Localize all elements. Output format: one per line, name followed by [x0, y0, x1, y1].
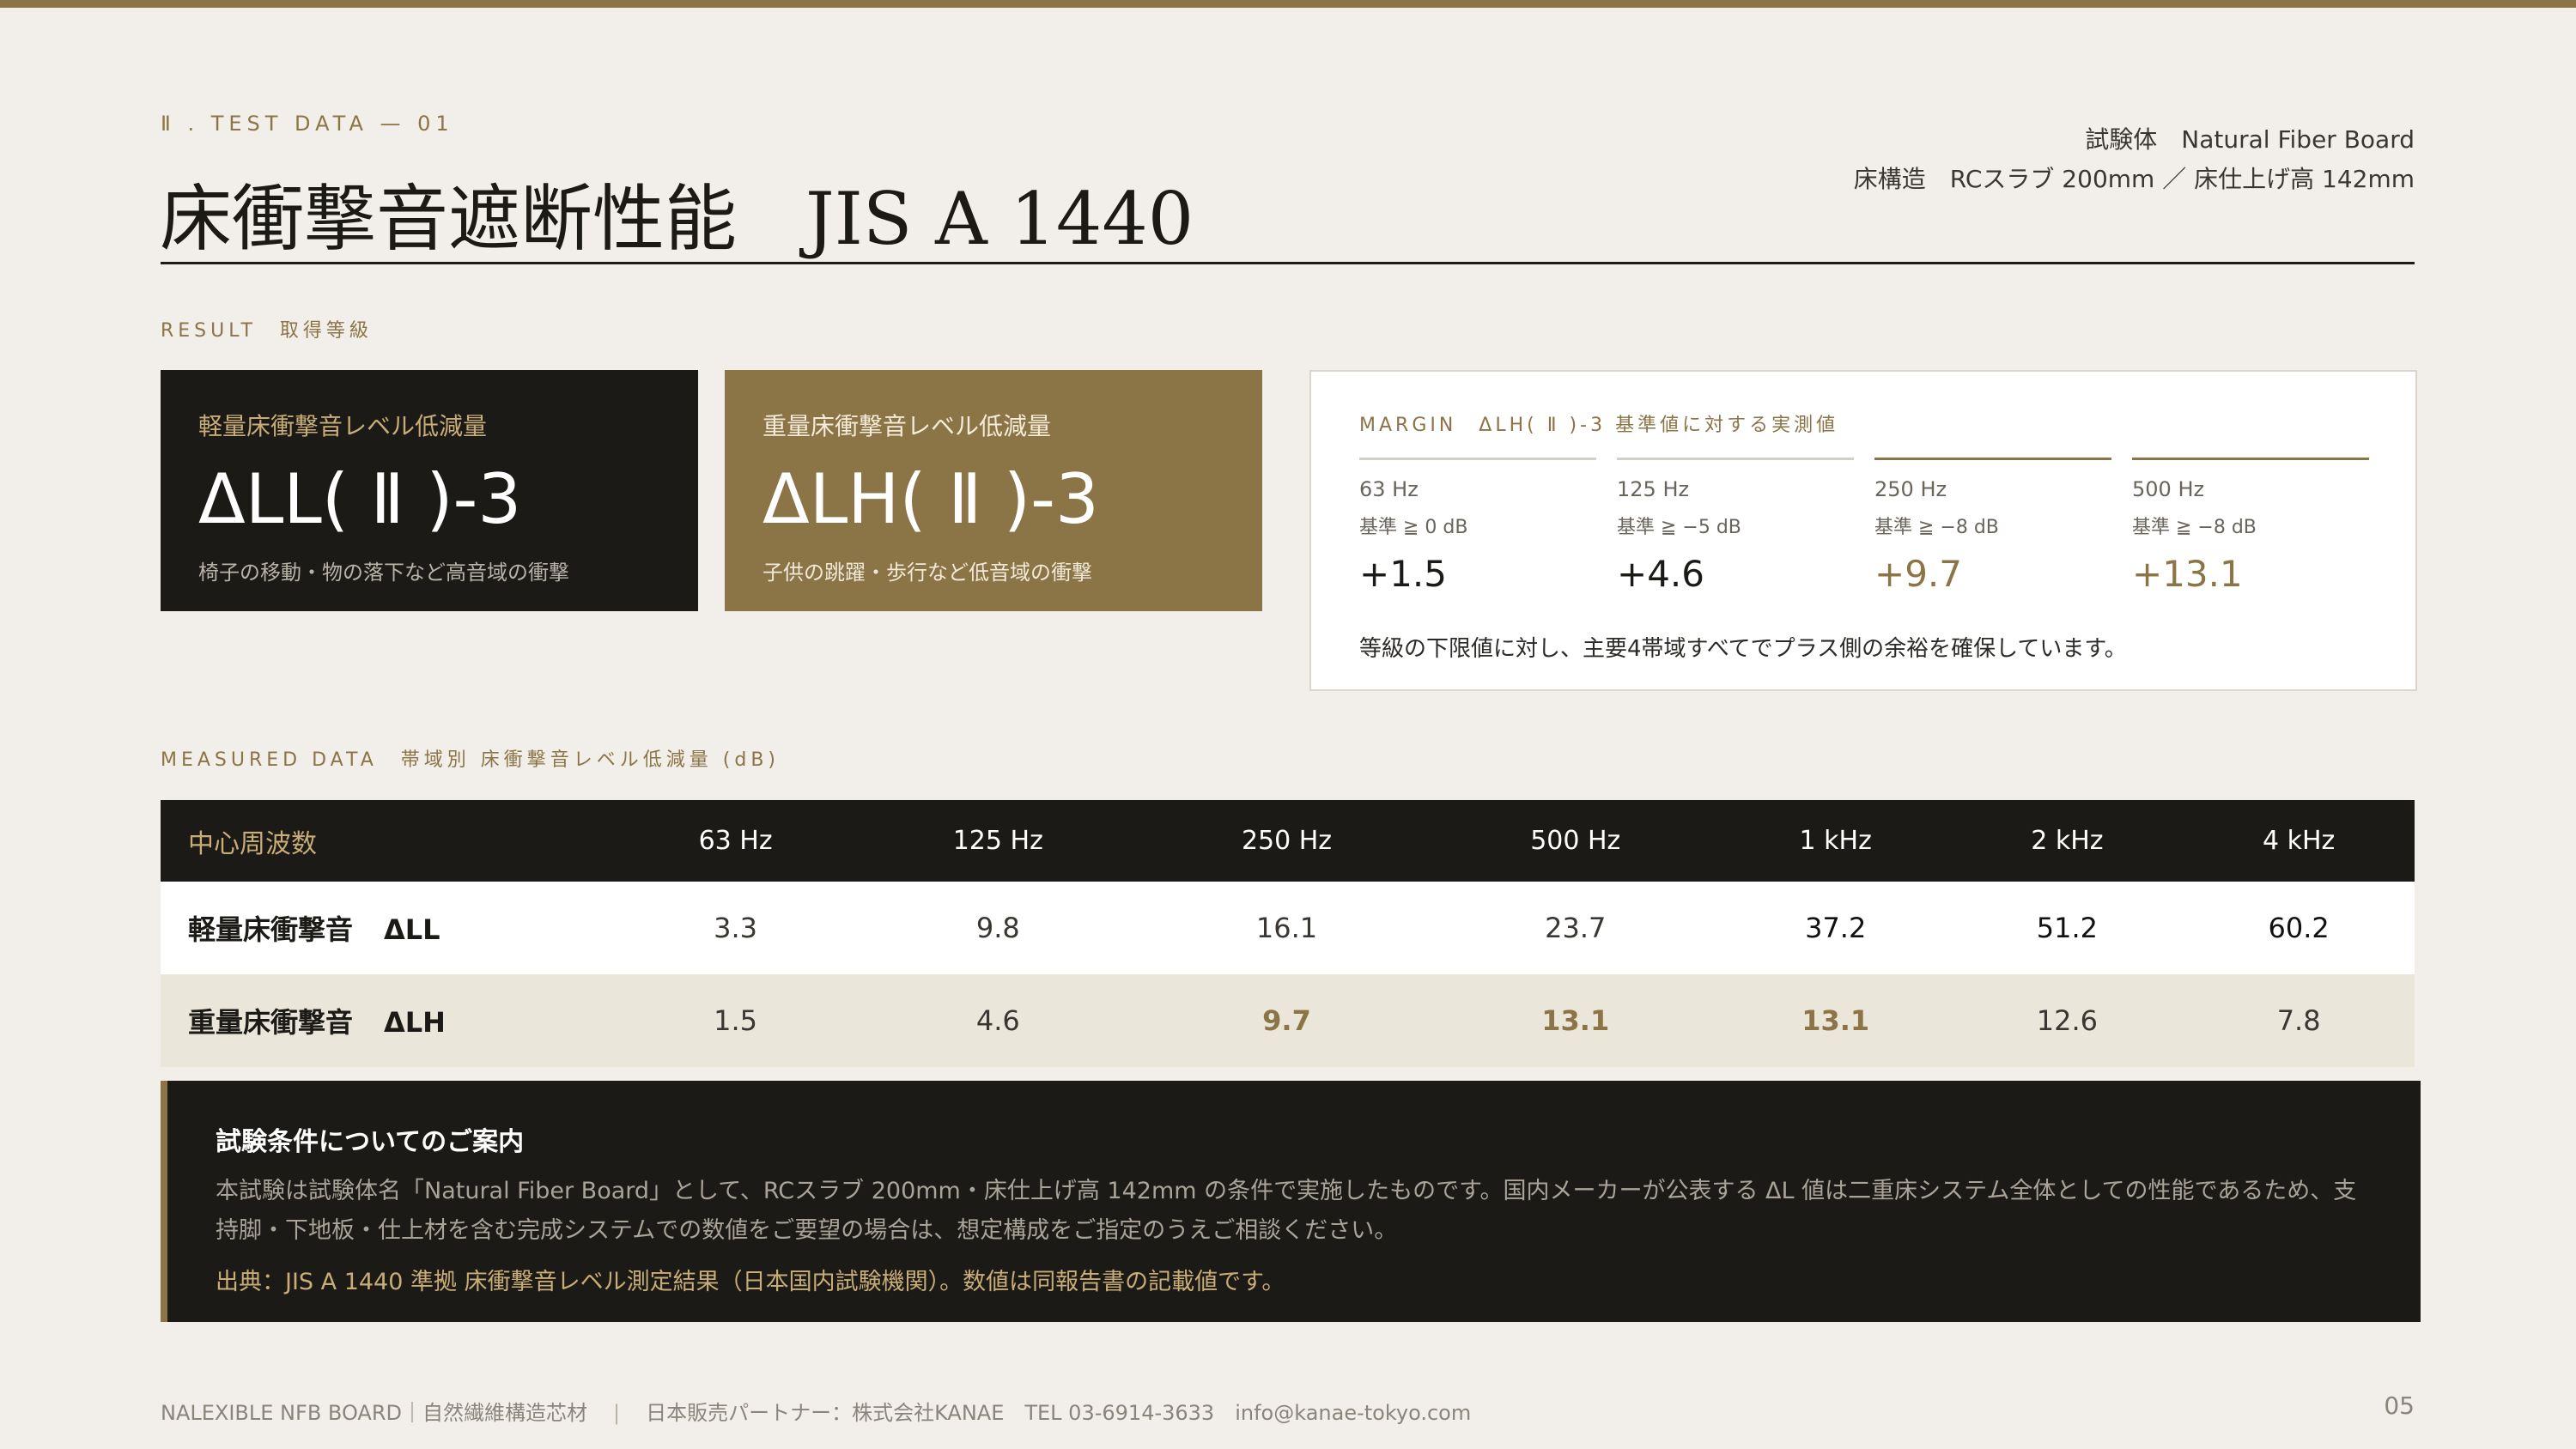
row-label: 軽量床衝撃音 ΔLL: [161, 882, 617, 974]
margin-value: +13.1: [2132, 553, 2243, 595]
table-header-cell: 1 kHz: [1719, 800, 1952, 882]
measured-section-label: MEASURED DATA 帯域別 床衝撃音レベル低減量 (dB): [161, 749, 781, 771]
margin-value: +1.5: [1359, 553, 1447, 595]
margin-frequency: 63 Hz: [1359, 477, 1419, 501]
margin-col-500hz: 500 Hz 基準 ≧ −8 dB +13.1: [2132, 458, 2369, 595]
margin-col-63hz: 63 Hz 基準 ≧ 0 dB +1.5: [1359, 458, 1596, 595]
result-section-label: RESULT 取得等級: [161, 320, 373, 342]
table-header-cell: 250 Hz: [1142, 800, 1431, 882]
title-divider: [161, 262, 2415, 264]
grade-card-caption: 軽量床衝撃音レベル低減量: [198, 412, 488, 440]
table-cell: 9.8: [854, 882, 1143, 974]
test-conditions-note: 試験条件についてのご案内 本試験は試験体名「Natural Fiber Boar…: [161, 1081, 2421, 1322]
grade-card-description: 子供の跳躍・歩行など低音域の衝撃: [762, 561, 1092, 585]
margin-bar: [1359, 458, 1596, 460]
meta-floor-structure: 床構造 RCスラブ 200mm ／ 床仕上げ高 142mm: [1853, 165, 2415, 193]
margin-col-250hz: 250 Hz 基準 ≧ −8 dB +9.7: [1874, 458, 2111, 595]
table-row: 軽量床衝撃音 ΔLL 3.3 9.8 16.1 23.7 37.2 51.2 60…: [161, 882, 2415, 974]
footer-brand: NALEXIBLE NFB BOARD｜自然繊維構造芯材: [161, 1401, 587, 1425]
table-header-cell: 500 Hz: [1431, 800, 1720, 882]
footer-separator: |: [613, 1401, 621, 1425]
row-label: 重量床衝撃音 ΔLH: [161, 974, 617, 1067]
specimen-meta: 試験体 Natural Fiber Board 床構造 RCスラブ 200mm ／ …: [1854, 120, 2415, 199]
grade-card-description: 椅子の移動・物の落下など高音域の衝撃: [198, 561, 569, 585]
margin-value: +4.6: [1617, 553, 1704, 595]
section-eyebrow: Ⅱ . TEST DATA — 01: [161, 112, 454, 136]
table-header-cell: 2 kHz: [1951, 800, 2184, 882]
table-cell: 1.5: [617, 974, 854, 1067]
margin-col-125hz: 125 Hz 基準 ≧ −5 dB +4.6: [1617, 458, 1854, 595]
margin-standard: 基準 ≧ −8 dB: [2132, 517, 2257, 538]
note-source: 出典：JIS A 1440 準拠 床衝撃音レベル測定結果（日本国内試験機関）。数…: [216, 1269, 1285, 1295]
table-cell: 16.1: [1142, 882, 1431, 974]
table-header-cell: 63 Hz: [617, 800, 854, 882]
table-header-cell: 中心周波数: [161, 800, 617, 882]
table-cell: 51.2: [1951, 882, 2184, 974]
table-header-cell: 125 Hz: [854, 800, 1143, 882]
table-cell: 7.8: [2183, 974, 2415, 1067]
margin-bar: [1617, 458, 1854, 460]
margin-frequency: 500 Hz: [2132, 477, 2205, 501]
margin-bar: [2132, 458, 2369, 460]
page-title: 床衝撃音遮断性能 JIS A 1440: [160, 161, 1194, 265]
meta-specimen: 試験体 Natural Fiber Board: [2085, 125, 2415, 154]
table-cell: 4.6: [854, 974, 1143, 1067]
table-cell: 12.6: [1951, 974, 2184, 1067]
margin-standard: 基準 ≧ −5 dB: [1617, 517, 1741, 538]
grade-card-heavy-impact: 重量床衝撃音レベル低減量 ΔLH( Ⅱ )-3 子供の跳躍・歩行など低音域の衝撃: [725, 370, 1262, 611]
table-cell: 23.7: [1431, 882, 1720, 974]
margin-standard: 基準 ≧ 0 dB: [1359, 517, 1468, 538]
table-cell: 60.2: [2183, 882, 2415, 974]
margin-frequency: 125 Hz: [1617, 477, 1690, 501]
table-header-row: 中心周波数 63 Hz 125 Hz 250 Hz 500 Hz 1 kHz 2…: [161, 800, 2415, 882]
grade-card-light-impact: 軽量床衝撃音レベル低減量 ΔLL( Ⅱ )-3 椅子の移動・物の落下など高音域の…: [161, 370, 698, 611]
table-cell-highlight: 9.7: [1142, 974, 1431, 1067]
margin-title: MARGIN ΔLH( Ⅱ )-3 基準値に対する実測値: [1359, 415, 1839, 436]
top-accent-bar: [0, 0, 2576, 8]
margin-standard: 基準 ≧ −8 dB: [1874, 517, 1999, 538]
table-cell: 37.2: [1719, 882, 1952, 974]
footer: NALEXIBLE NFB BOARD｜自然繊維構造芯材 | 日本販売パートナー：株…: [161, 1396, 1471, 1426]
grade-card-caption: 重量床衝撃音レベル低減量: [762, 412, 1052, 440]
margin-value: +9.7: [1874, 553, 1962, 595]
footer-partner: 日本販売パートナー：株式会社KANAE TEL 03-6914-3633 inf…: [646, 1401, 1472, 1425]
measured-data-table: 中心周波数 63 Hz 125 Hz 250 Hz 500 Hz 1 kHz 2…: [161, 800, 2415, 1067]
page-number: 05: [2384, 1391, 2415, 1420]
title-standard: JIS A 1440: [805, 177, 1194, 261]
table-cell: 3.3: [617, 882, 854, 974]
margin-bar: [1874, 458, 2111, 460]
table-cell-highlight: 13.1: [1431, 974, 1720, 1067]
margin-panel: MARGIN ΔLH( Ⅱ )-3 基準値に対する実測値 63 Hz 基準 ≧ …: [1309, 370, 2417, 691]
table-header-cell: 4 kHz: [2183, 800, 2415, 882]
margin-frequency: 250 Hz: [1874, 477, 1947, 501]
title-japanese: 床衝撃音遮断性能: [160, 177, 738, 261]
table-row: 重量床衝撃音 ΔLH 1.5 4.6 9.7 13.1 13.1 12.6 7.8: [161, 974, 2415, 1067]
note-body: 本試験は試験体名「Natural Fiber Board」として、RCスラブ 2…: [216, 1178, 2357, 1244]
margin-note: 等級の下限値に対し、主要4帯域すべてでプラス側の余裕を確保しています。: [1359, 636, 2127, 662]
note-title: 試験条件についてのご案内: [216, 1127, 525, 1157]
table-cell-highlight: 13.1: [1719, 974, 1952, 1067]
grade-value: ΔLH( Ⅱ )-3: [762, 459, 1099, 539]
grade-value: ΔLL( Ⅱ )-3: [198, 459, 522, 539]
